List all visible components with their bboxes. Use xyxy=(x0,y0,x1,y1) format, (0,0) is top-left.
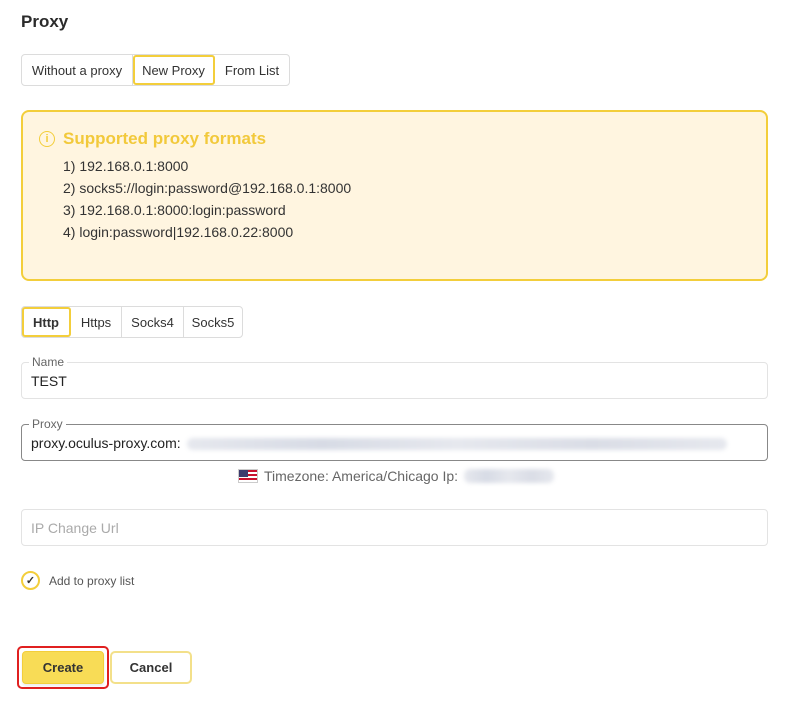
redacted-ip xyxy=(464,469,555,483)
timezone-text: Timezone: America/Chicago Ip: xyxy=(264,468,459,484)
tab-from-list[interactable]: From List xyxy=(215,55,289,85)
redacted-credentials xyxy=(186,438,727,451)
checkbox-checked-icon[interactable]: ✓ xyxy=(21,571,40,590)
add-to-proxy-list[interactable]: ✓ Add to proxy list xyxy=(21,571,134,590)
name-label: Name xyxy=(29,355,68,369)
tab-https[interactable]: Https xyxy=(71,307,122,337)
create-button[interactable]: Create xyxy=(22,651,104,684)
page-title: Proxy xyxy=(21,12,69,31)
format-item: 3) 192.168.0.1:8000:login:password xyxy=(63,202,286,218)
proxy-mode-tabs: Without a proxy New Proxy From List xyxy=(21,54,290,86)
supported-formats-panel: i Supported proxy formats 1) 192.168.0.1… xyxy=(21,110,768,281)
tab-http[interactable]: Http xyxy=(22,307,71,337)
timezone-info: Timezone: America/Chicago Ip: xyxy=(238,468,555,484)
format-item: 4) login:password|192.168.0.22:8000 xyxy=(63,224,294,240)
tab-socks4[interactable]: Socks4 xyxy=(122,307,184,337)
proxy-value: proxy.oculus-proxy.com: xyxy=(31,435,181,451)
us-flag-icon xyxy=(238,469,258,483)
proxy-field[interactable]: Proxy proxy.oculus-proxy.com: xyxy=(21,417,768,461)
proxy-label: Proxy xyxy=(29,417,66,431)
format-item: 2) socks5://login:password@192.168.0.1:8… xyxy=(63,180,352,196)
name-value: TEST xyxy=(31,373,67,389)
ip-change-url-input[interactable] xyxy=(22,510,767,545)
add-to-proxy-list-label: Add to proxy list xyxy=(49,573,135,588)
proxy-value-row: proxy.oculus-proxy.com: xyxy=(31,435,727,451)
ip-change-url-field xyxy=(21,509,768,546)
tab-new-proxy[interactable]: New Proxy xyxy=(133,55,215,85)
format-item: 1) 192.168.0.1:8000 xyxy=(63,158,189,174)
tab-socks5[interactable]: Socks5 xyxy=(184,307,242,337)
formats-list: 1) 192.168.0.1:8000 2) socks5://login:pa… xyxy=(63,155,750,243)
tab-without-proxy[interactable]: Without a proxy xyxy=(22,55,133,85)
info-title: Supported proxy formats xyxy=(63,129,267,148)
cancel-button[interactable]: Cancel xyxy=(110,651,192,684)
create-button-highlight: Create xyxy=(17,646,109,689)
name-field[interactable]: Name TEST xyxy=(21,355,768,399)
info-icon: i xyxy=(39,131,55,147)
protocol-tabs: Http Https Socks4 Socks5 xyxy=(21,306,243,338)
